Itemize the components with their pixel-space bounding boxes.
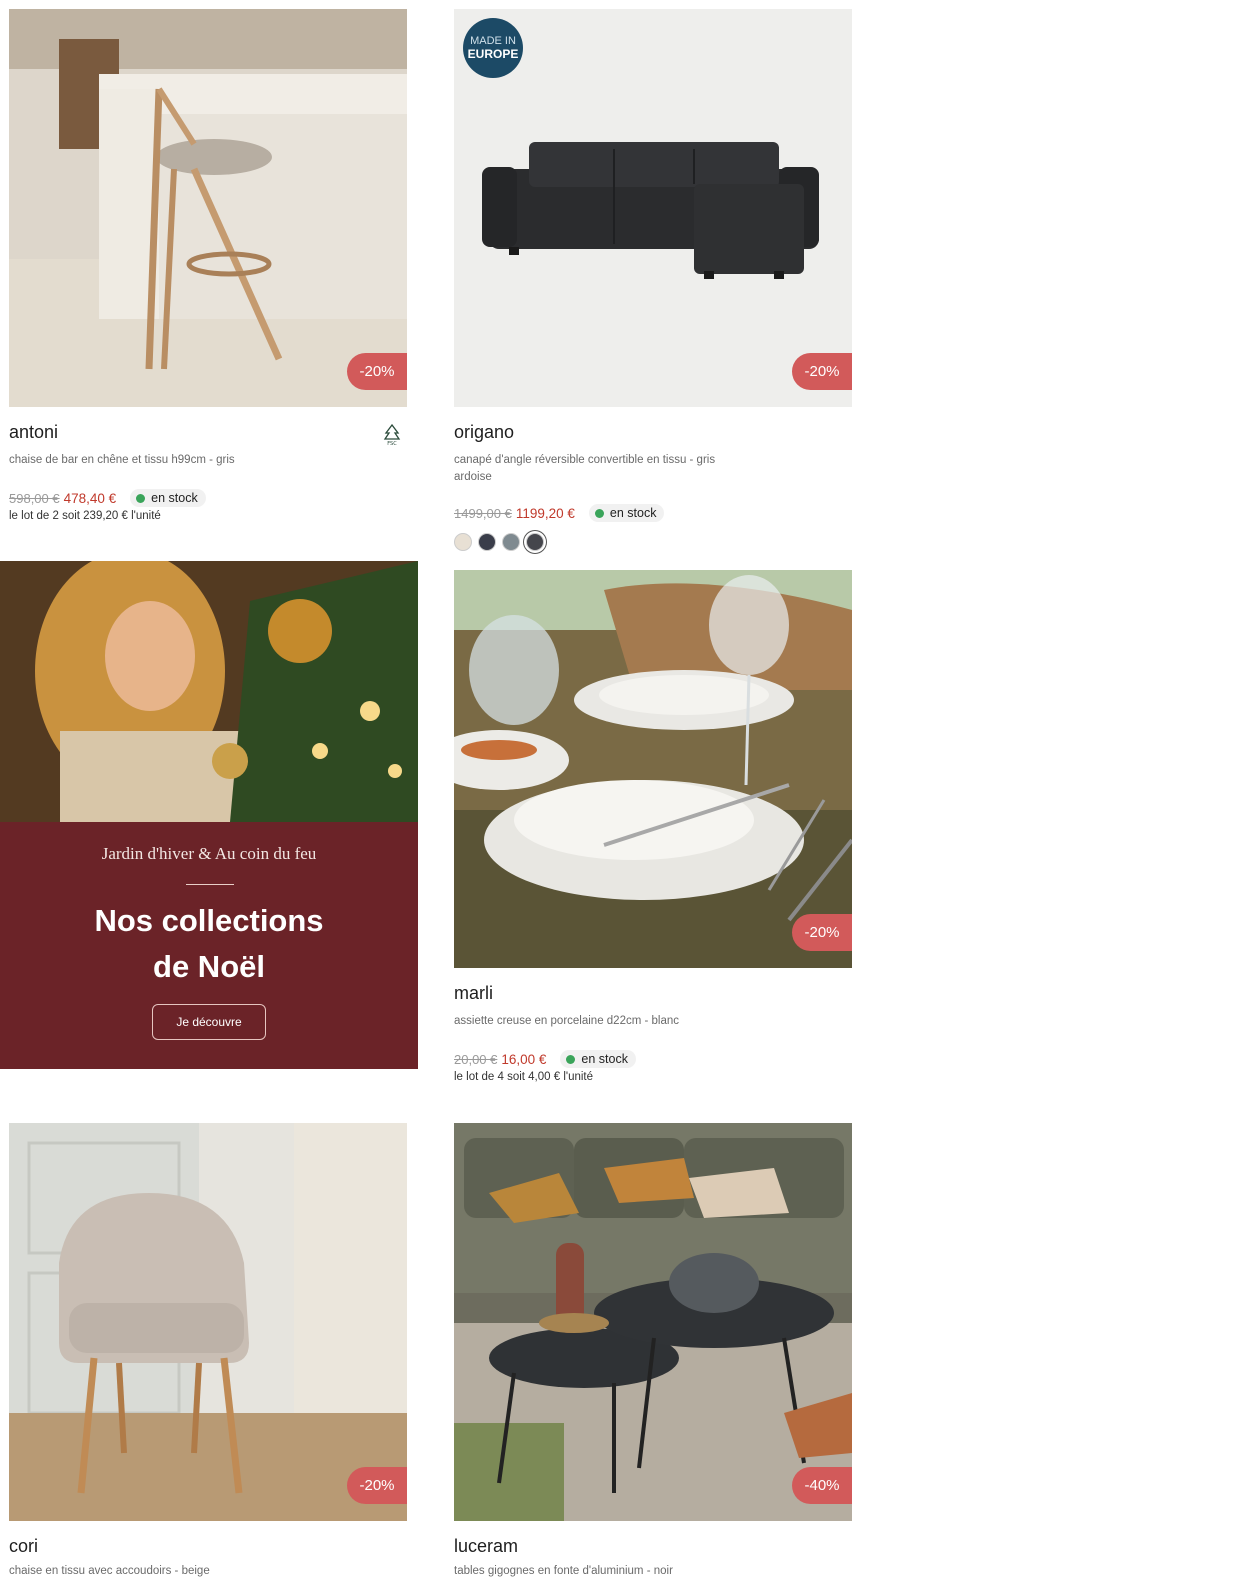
lot-info: le lot de 2 soit 239,20 € l'unité bbox=[9, 510, 161, 522]
stock-dot-icon bbox=[136, 493, 146, 503]
promo-title: Nos collections de Noël bbox=[0, 898, 418, 990]
new-price: 1199,20 € bbox=[515, 505, 575, 521]
svg-text:FSC: FSC bbox=[387, 441, 397, 447]
promo-image bbox=[0, 561, 418, 822]
promo-text-box: Jardin d'hiver & Au coin du feu Nos coll… bbox=[0, 822, 418, 1069]
product-description: chaise en tissu avec accoudoirs - beige bbox=[9, 1565, 210, 1577]
lot-info: le lot de 4 soit 4,00 € l'unité bbox=[454, 1071, 594, 1083]
stock-label: en stock bbox=[609, 506, 657, 520]
product-name[interactable]: marli bbox=[454, 983, 493, 1004]
color-swatch[interactable] bbox=[526, 533, 544, 551]
product-description: canapé d'angle réversible convertible en… bbox=[454, 454, 716, 483]
new-price: 16,00 € bbox=[501, 1051, 547, 1067]
color-swatch[interactable] bbox=[454, 533, 472, 551]
discount-badge: -20% bbox=[347, 1467, 407, 1504]
discover-button[interactable]: Je découvre bbox=[152, 1004, 266, 1040]
discount-badge: -20% bbox=[347, 353, 407, 390]
discount-badge: -40% bbox=[792, 1467, 852, 1504]
product-name[interactable]: origano bbox=[454, 422, 514, 443]
product-image-antoni[interactable] bbox=[9, 9, 407, 407]
product-image-cori[interactable] bbox=[9, 1123, 407, 1521]
badge-line2: EUROPE bbox=[467, 47, 519, 61]
promo-divider bbox=[186, 884, 234, 885]
promo-christmas-collections[interactable]: Jardin d'hiver & Au coin du feu Nos coll… bbox=[0, 561, 418, 1069]
color-swatch[interactable] bbox=[502, 533, 520, 551]
product-description: tables gigognes en fonte d'aluminium - n… bbox=[454, 1565, 673, 1577]
stock-badge: en stock bbox=[560, 1050, 636, 1068]
old-price: 1499,00 € bbox=[454, 505, 512, 521]
product-description: assiette creuse en porcelaine d22cm - bl… bbox=[454, 1015, 680, 1027]
promo-subtitle: Jardin d'hiver & Au coin du feu bbox=[101, 844, 317, 863]
color-swatch[interactable] bbox=[478, 533, 496, 551]
stock-badge: en stock bbox=[588, 504, 665, 522]
product-image-marli[interactable] bbox=[454, 570, 852, 968]
new-price: 478,40 € bbox=[63, 490, 117, 506]
promo-title-line1: Nos collections bbox=[94, 903, 324, 938]
fsc-icon: FSC bbox=[381, 423, 403, 447]
price-row: 1499,00 € 1199,20 € en stock bbox=[454, 503, 665, 523]
product-name[interactable]: cori bbox=[9, 1536, 38, 1557]
made-in-europe-badge: MADE IN EUROPE bbox=[463, 18, 523, 78]
price-row: 20,00 € 16,00 € en stock bbox=[454, 1049, 636, 1069]
product-image-luceram[interactable] bbox=[454, 1123, 852, 1521]
discount-badge: -20% bbox=[792, 353, 852, 390]
stock-dot-icon bbox=[566, 1054, 576, 1064]
stock-badge: en stock bbox=[130, 489, 206, 507]
stock-label: en stock bbox=[151, 491, 198, 505]
product-name[interactable]: antoni bbox=[9, 422, 58, 443]
color-swatches bbox=[454, 532, 574, 554]
product-name[interactable]: luceram bbox=[454, 1536, 518, 1557]
discount-badge: -20% bbox=[792, 914, 852, 951]
price-row: 598,00 € 478,40 € en stock bbox=[9, 488, 206, 508]
stock-label: en stock bbox=[581, 1052, 628, 1066]
old-price: 598,00 € bbox=[9, 490, 60, 506]
product-description: chaise de bar en chêne et tissu h99cm - … bbox=[9, 454, 235, 466]
old-price: 20,00 € bbox=[454, 1051, 498, 1067]
promo-title-line2: de Noël bbox=[153, 949, 265, 984]
stock-dot-icon bbox=[594, 508, 604, 518]
